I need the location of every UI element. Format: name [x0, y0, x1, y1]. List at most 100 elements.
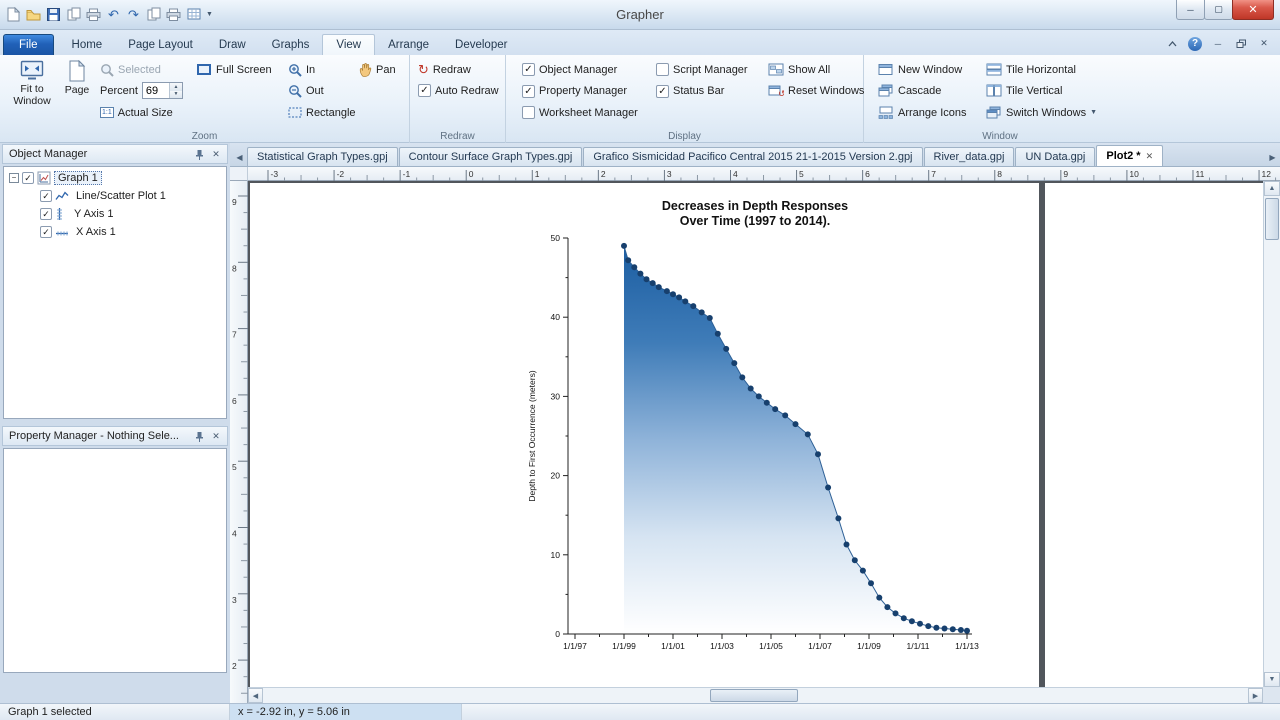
- zoom-in-button[interactable]: In: [288, 61, 315, 78]
- child-minimize-icon[interactable]: ─: [1210, 36, 1226, 51]
- checkbox-checked-icon[interactable]: ✓: [22, 172, 34, 184]
- document-tab-un-data-gpj[interactable]: UN Data.gpj: [1015, 147, 1095, 166]
- svg-text:5: 5: [232, 462, 237, 472]
- pan-button[interactable]: Pan: [358, 61, 396, 78]
- object-manager-title: Object Manager: [9, 148, 87, 160]
- arrange-icons-button[interactable]: Arrange Icons: [878, 104, 966, 121]
- cascade-button[interactable]: Cascade: [878, 82, 941, 99]
- svg-text:12: 12: [1262, 169, 1272, 179]
- expander-collapse-icon[interactable]: −: [9, 173, 19, 183]
- worksheet-manager-toggle[interactable]: Worksheet Manager: [522, 104, 638, 121]
- magnifier-icon: [100, 63, 114, 77]
- svg-text:1/1/05: 1/1/05: [759, 641, 783, 651]
- close-panel-icon[interactable]: ✕: [209, 147, 223, 161]
- tile-vertical-button[interactable]: Tile Vertical: [986, 82, 1062, 99]
- checkbox-checked-icon: ✓: [522, 85, 535, 98]
- script-manager-toggle[interactable]: Script Manager: [656, 61, 748, 78]
- object-manager-panel: Object Manager ✕ −✓Graph 1✓Line/Scatter …: [0, 143, 230, 422]
- spinner-up-icon[interactable]: ▲: [170, 83, 182, 91]
- document-tab-grafico-sismicidad-pacifico-central-2015-21-1-2015-version-2-gpj[interactable]: Grafico Sismicidad Pacifico Central 2015…: [583, 147, 922, 166]
- status-bar-toggle[interactable]: ✓Status Bar: [656, 83, 724, 100]
- ribbon-tab-page-layout[interactable]: Page Layout: [115, 35, 206, 55]
- scroll-left-icon[interactable]: ◀: [248, 688, 263, 703]
- object-manager-tree: −✓Graph 1✓Line/Scatter Plot 1✓Y Axis 1✓X…: [3, 166, 227, 419]
- tile-horizontal-button[interactable]: Tile Horizontal: [986, 61, 1076, 78]
- vertical-scrollbar[interactable]: ▲ ▼: [1263, 181, 1280, 687]
- horizontal-ruler: -3-2-10123456789101112: [248, 167, 1280, 181]
- spinner-down-icon[interactable]: ▼: [170, 91, 182, 99]
- pin-icon[interactable]: [192, 429, 206, 443]
- cascade-icon: [878, 84, 894, 97]
- tree-item-x-axis-1[interactable]: ✓X Axis 1: [6, 223, 224, 241]
- ribbon-group-window: New Window Cascade Arrange Icons Tile Ho…: [864, 55, 1136, 143]
- ribbon-right-controls: ? ─ ✕: [1164, 36, 1280, 51]
- selection-status: Graph 1 selected: [0, 704, 230, 720]
- switch-windows-button[interactable]: Switch Windows ▼: [986, 104, 1097, 121]
- help-icon[interactable]: ?: [1187, 36, 1203, 51]
- vertical-scroll-thumb[interactable]: [1265, 198, 1279, 240]
- minimize-button[interactable]: ─: [1176, 0, 1205, 20]
- zoom-selected-button: Selected: [100, 61, 161, 78]
- close-panel-icon[interactable]: ✕: [209, 429, 223, 443]
- pin-icon[interactable]: [192, 147, 206, 161]
- child-close-icon[interactable]: ✕: [1256, 36, 1272, 51]
- zoom-out-button[interactable]: Out: [288, 82, 324, 99]
- drawing-canvas[interactable]: Decreases in Depth ResponsesOver Time (1…: [248, 181, 1280, 703]
- checkbox-checked-icon[interactable]: ✓: [40, 190, 52, 202]
- document-tab-river-data-gpj[interactable]: River_data.gpj: [924, 147, 1015, 166]
- property-manager-toggle[interactable]: ✓Property Manager: [522, 83, 627, 100]
- ribbon-tab-bar: FileHomePage LayoutDrawGraphsViewArrange…: [0, 30, 1280, 55]
- graph-icon: [37, 171, 51, 185]
- ribbon-tab-arrange[interactable]: Arrange: [375, 35, 442, 55]
- full-screen-button[interactable]: Full Screen: [196, 61, 272, 78]
- ribbon-tab-view[interactable]: View: [322, 34, 375, 55]
- tree-item-graph-1[interactable]: −✓Graph 1: [6, 169, 224, 187]
- fit-to-window-button[interactable]: Fit to Window: [6, 57, 58, 121]
- ribbon-tab-file[interactable]: File: [3, 34, 54, 55]
- ribbon-tab-developer[interactable]: Developer: [442, 35, 520, 55]
- document-tab-plot2[interactable]: Plot2 *✕: [1096, 145, 1163, 166]
- horizontal-scrollbar[interactable]: ◀ ▶: [248, 687, 1263, 703]
- tab-scroll-left-icon[interactable]: ◀: [232, 148, 247, 166]
- zoom-group-label: Zoom: [0, 131, 409, 142]
- tree-item-line-scatter-plot-1[interactable]: ✓Line/Scatter Plot 1: [6, 187, 224, 205]
- close-button[interactable]: ✕: [1232, 0, 1274, 20]
- redraw-button[interactable]: ↻ Redraw: [418, 61, 471, 78]
- reset-windows-button[interactable]: ↺ Reset Windows: [768, 82, 864, 99]
- scroll-up-icon[interactable]: ▲: [1264, 181, 1280, 196]
- dropdown-caret-icon: ▼: [1090, 109, 1097, 116]
- auto-redraw-toggle[interactable]: ✓ Auto Redraw: [418, 82, 499, 99]
- tree-item-y-axis-1[interactable]: ✓Y Axis 1: [6, 205, 224, 223]
- scroll-right-icon[interactable]: ▶: [1248, 688, 1263, 703]
- tab-scroll-right-icon[interactable]: ▶: [1265, 148, 1280, 166]
- document-tab-statistical-graph-types-gpj[interactable]: Statistical Graph Types.gpj: [247, 147, 398, 166]
- percent-spinner[interactable]: ▲▼: [142, 82, 183, 99]
- horizontal-scroll-thumb[interactable]: [710, 689, 798, 702]
- actual-size-button[interactable]: 1:1 Actual Size: [100, 104, 173, 121]
- zoom-rectangle-button[interactable]: Rectangle: [288, 104, 356, 121]
- fit-to-window-icon: [20, 60, 44, 81]
- object-manager-toggle[interactable]: ✓Object Manager: [522, 61, 617, 78]
- new-window-button[interactable]: New Window: [878, 61, 962, 78]
- show-all-button[interactable]: Show All: [768, 61, 830, 78]
- checkbox-checked-icon[interactable]: ✓: [40, 208, 52, 220]
- ribbon-tab-home[interactable]: Home: [59, 35, 116, 55]
- plot-page[interactable]: Decreases in Depth ResponsesOver Time (1…: [250, 183, 1039, 687]
- svg-text:8: 8: [232, 263, 237, 273]
- scrollbar-corner: [1263, 687, 1280, 703]
- close-tab-icon[interactable]: ✕: [1146, 151, 1154, 162]
- ribbon-tab-draw[interactable]: Draw: [206, 35, 259, 55]
- ribbon-group-display: ✓Status Bar Script Manager Worksheet Manag…: [506, 55, 864, 143]
- percent-input[interactable]: [143, 83, 169, 98]
- checkbox-unchecked-icon: [522, 106, 535, 119]
- page-zoom-button[interactable]: Page: [60, 57, 94, 121]
- scroll-down-icon[interactable]: ▼: [1264, 672, 1280, 687]
- ribbon-body: Fit to Window Page Selected Percent ▲▼ 1…: [0, 55, 1280, 143]
- checkbox-checked-icon[interactable]: ✓: [40, 226, 52, 238]
- child-restore-icon[interactable]: [1233, 36, 1249, 51]
- ribbon-tab-graphs[interactable]: Graphs: [259, 35, 323, 55]
- collapse-ribbon-icon[interactable]: [1164, 36, 1180, 51]
- redraw-group-label: Redraw: [410, 131, 505, 142]
- maximize-button[interactable]: ▢: [1204, 0, 1233, 20]
- document-tab-contour-surface-graph-types-gpj[interactable]: Contour Surface Graph Types.gpj: [399, 147, 583, 166]
